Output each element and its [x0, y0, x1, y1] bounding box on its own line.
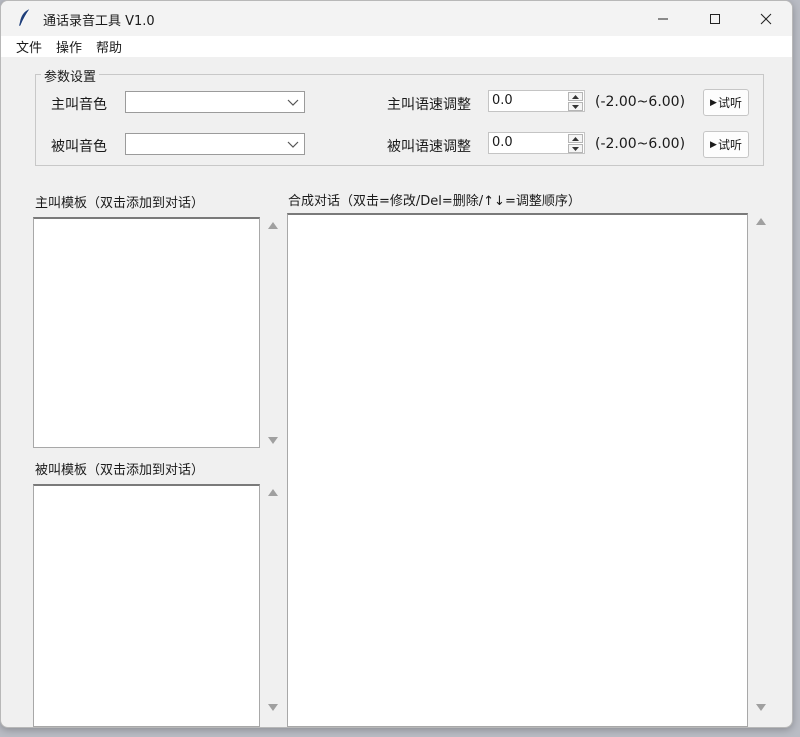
scroll-down-icon[interactable]	[756, 704, 766, 712]
play-icon: ▶	[710, 139, 717, 150]
spin-down-button[interactable]	[568, 144, 583, 153]
maximize-button[interactable]	[689, 1, 741, 36]
close-button[interactable]	[740, 1, 792, 36]
callee-speed-label: 被叫语速调整	[387, 139, 471, 155]
caller-preview-button[interactable]: ▶ 试听	[703, 89, 749, 116]
callee-voice-label: 被叫音色	[51, 139, 107, 155]
window-title: 通话录音工具 V1.0	[43, 14, 155, 29]
minimize-button[interactable]	[637, 1, 689, 36]
callee-speed-value: 0.0	[492, 135, 513, 150]
menu-operate[interactable]: 操作	[49, 37, 89, 56]
triangle-down-icon	[572, 146, 579, 151]
triangle-up-icon	[572, 136, 579, 141]
callee-templates-label: 被叫模板（双击添加到对话）	[35, 463, 205, 478]
params-group-title: 参数设置	[41, 66, 100, 85]
app-window: 通话录音工具 V1.0 文件 操作 帮助 参数设置 主叫音色 被叫音色 主叫语速…	[0, 0, 793, 728]
minimize-icon	[658, 18, 668, 19]
caller-speed-spinbox[interactable]: 0.0	[488, 90, 585, 112]
callee-templates-list[interactable]	[33, 484, 260, 727]
play-icon: ▶	[710, 97, 717, 108]
caller-speed-value: 0.0	[492, 93, 513, 108]
scroll-up-icon[interactable]	[268, 488, 278, 496]
spin-up-button[interactable]	[568, 134, 583, 143]
caller-voice-label: 主叫音色	[51, 97, 107, 113]
chevron-down-icon	[287, 99, 299, 106]
caller-speed-label: 主叫语速调整	[387, 97, 471, 113]
scroll-up-icon[interactable]	[268, 221, 278, 229]
menu-file[interactable]: 文件	[1, 37, 49, 56]
dialog-list[interactable]	[287, 213, 748, 727]
caller-preview-label: 试听	[717, 96, 742, 110]
menu-help[interactable]: 帮助	[89, 37, 129, 56]
spin-down-button[interactable]	[568, 102, 583, 111]
scroll-down-icon[interactable]	[268, 704, 278, 712]
caller-speed-range: (-2.00~6.00)	[595, 94, 686, 110]
scroll-down-icon[interactable]	[268, 437, 278, 445]
triangle-up-icon	[572, 94, 579, 99]
callee-preview-button[interactable]: ▶ 试听	[703, 131, 749, 158]
feather-icon	[15, 7, 35, 29]
chevron-down-icon	[287, 141, 299, 148]
callee-speed-spinbox[interactable]: 0.0	[488, 132, 585, 154]
close-icon	[760, 13, 772, 24]
dialog-label: 合成对话（双击=修改/Del=删除/↑↓=调整顺序）	[288, 194, 581, 209]
callee-preview-label: 试听	[717, 138, 742, 152]
caller-templates-list[interactable]	[33, 217, 260, 448]
triangle-down-icon	[572, 104, 579, 109]
spin-up-button[interactable]	[568, 92, 583, 101]
callee-speed-range: (-2.00~6.00)	[595, 136, 686, 152]
menu-bar: 文件 操作 帮助	[1, 36, 792, 57]
callee-voice-select[interactable]	[125, 133, 305, 155]
title-bar[interactable]: 通话录音工具 V1.0	[1, 1, 792, 36]
maximize-icon	[710, 13, 720, 24]
caller-templates-label: 主叫模板（双击添加到对话）	[35, 196, 205, 211]
caller-voice-select[interactable]	[125, 91, 305, 113]
scroll-up-icon[interactable]	[756, 217, 766, 225]
